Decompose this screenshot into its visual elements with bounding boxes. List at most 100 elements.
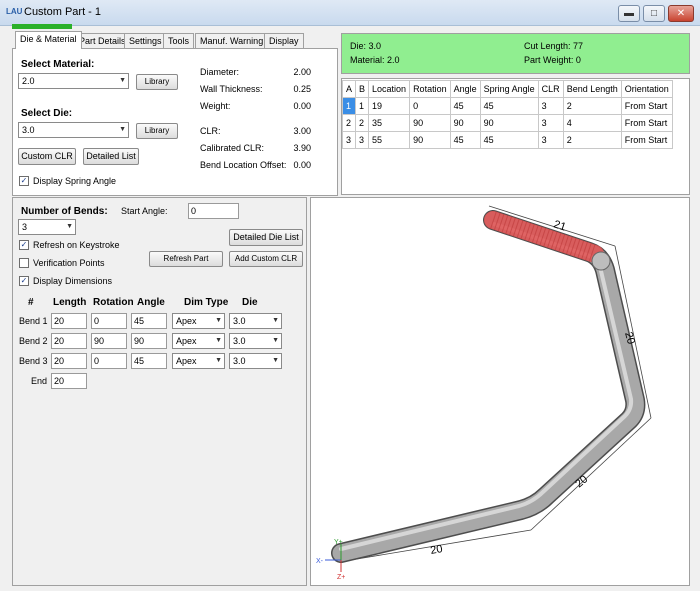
table-cell[interactable]: 45	[449, 131, 481, 149]
prop-value: 2.00	[293, 67, 311, 77]
column-header[interactable]: Orientation	[620, 80, 673, 98]
table-cell[interactable]: 45	[479, 131, 539, 149]
bend-rotation-input[interactable]: 90	[91, 333, 127, 349]
column-header[interactable]: A	[341, 80, 357, 98]
bend-angle-input[interactable]: 45	[131, 313, 167, 329]
column-header[interactable]: Rotation	[409, 80, 451, 98]
table-cell[interactable]: 19	[368, 97, 411, 115]
die-value: 3.0	[233, 336, 246, 346]
3d-viewport[interactable]: 21 20 20 20 X- Y+ Z+	[310, 197, 690, 586]
start-angle-input[interactable]: 0	[188, 203, 239, 219]
table-cell[interactable]: 1	[341, 97, 357, 115]
close-button[interactable]: ✕	[668, 5, 694, 22]
table-cell[interactable]: 90	[409, 114, 451, 132]
tab-manuf-warning[interactable]: Manuf. Warning	[195, 33, 269, 48]
bend-length-input[interactable]: 20	[51, 313, 87, 329]
tab-display[interactable]: Display	[264, 33, 304, 48]
table-cell[interactable]: 35	[368, 114, 411, 132]
tab-settings[interactable]: Settings	[124, 33, 167, 48]
table-cell[interactable]: 2	[355, 114, 370, 132]
table-cell[interactable]: 90	[409, 131, 451, 149]
display-spring-angle-checkbox[interactable]: ✓	[19, 176, 29, 186]
display-dimensions-checkbox[interactable]: ✓	[19, 276, 29, 286]
custom-clr-button[interactable]: Custom CLR	[18, 148, 76, 165]
info-part-weight: Part Weight: 0	[524, 55, 581, 65]
table-cell[interactable]: 45	[479, 97, 539, 115]
bend-row-label: Bend 3	[19, 356, 48, 366]
chevron-down-icon: ▼	[272, 317, 279, 324]
table-cell[interactable]: From Start	[620, 114, 673, 132]
column-header[interactable]: Location	[368, 80, 411, 98]
table-cell[interactable]: 1	[355, 97, 370, 115]
column-header[interactable]: B	[355, 80, 370, 98]
number-of-bends-select[interactable]: 3 ▼	[18, 219, 76, 235]
table-cell[interactable]: 4	[562, 114, 622, 132]
bend-rotation-input[interactable]: 0	[91, 353, 127, 369]
detailed-die-list-button[interactable]: Detailed Die List	[229, 229, 303, 246]
die-library-button[interactable]: Library	[136, 123, 178, 139]
material-select[interactable]: 2.0 ▼	[18, 73, 129, 89]
bend-dim-type-select[interactable]: Apex ▼	[172, 313, 225, 329]
add-custom-clr-button[interactable]: Add Custom CLR	[229, 251, 303, 267]
column-header[interactable]: Spring Angle	[479, 80, 539, 98]
material-library-button[interactable]: Library	[136, 74, 178, 90]
tab-die-material[interactable]: Die & Material	[15, 31, 82, 49]
bend-dim-type-select[interactable]: Apex ▼	[172, 333, 225, 349]
tube-highlight	[339, 222, 634, 551]
bend-die-select[interactable]: 3.0 ▼	[229, 353, 282, 369]
bend-rotation-input[interactable]: 0	[91, 313, 127, 329]
bend-die-select[interactable]: 3.0 ▼	[229, 313, 282, 329]
detailed-list-button[interactable]: Detailed List	[83, 148, 139, 165]
table-cell[interactable]: From Start	[620, 131, 673, 149]
maximize-button[interactable]: □	[643, 5, 665, 22]
chevron-down-icon: ▼	[119, 126, 126, 133]
tab-part-details[interactable]: Part Details	[74, 33, 131, 48]
table-row[interactable]: 2 2 35 90 90 90 3 4 From Start	[341, 114, 673, 132]
table-cell[interactable]: 3	[537, 131, 564, 149]
bend-length-input[interactable]: 20	[51, 353, 87, 369]
chevron-down-icon: ▼	[272, 337, 279, 344]
column-header[interactable]: Angle	[449, 80, 481, 98]
table-cell[interactable]: 55	[368, 131, 411, 149]
prop-label: Wall Thickness:	[200, 84, 263, 94]
tube-body	[332, 211, 644, 562]
bend-dim-type-select[interactable]: Apex ▼	[172, 353, 225, 369]
dimension-line	[530, 417, 652, 531]
table-cell[interactable]: 2	[562, 131, 622, 149]
table-cell[interactable]: 2	[562, 97, 622, 115]
table-cell[interactable]: 2	[341, 114, 357, 132]
table-cell[interactable]: 90	[449, 114, 481, 132]
table-cell[interactable]: 0	[409, 97, 451, 115]
table-cell[interactable]: 3	[537, 97, 564, 115]
table-cell[interactable]: 3	[537, 114, 564, 132]
verification-points-checkbox[interactable]	[19, 258, 29, 268]
bend-length-input[interactable]: 20	[51, 333, 87, 349]
end-length-input[interactable]: 20	[51, 373, 87, 389]
prop-label: Diameter:	[200, 67, 240, 77]
title-bar[interactable]: LAU Custom Part - 1 ▬ □ ✕	[0, 0, 700, 26]
table-cell[interactable]: 45	[449, 97, 481, 115]
bend-row-label: Bend 1	[19, 316, 48, 326]
table-row[interactable]: 1 1 19 0 45 45 3 2 From Start	[341, 97, 673, 115]
column-header[interactable]: CLR	[537, 80, 564, 98]
die-select[interactable]: 3.0 ▼	[18, 122, 129, 138]
table-cell[interactable]: 90	[479, 114, 539, 132]
bend-die-select[interactable]: 3.0 ▼	[229, 333, 282, 349]
table-cell[interactable]: From Start	[620, 97, 673, 115]
prop-value: 3.90	[293, 143, 311, 153]
table-cell[interactable]: 3	[355, 131, 370, 149]
refresh-part-button[interactable]: Refresh Part	[149, 251, 223, 267]
z-axis-label: Z+	[337, 574, 345, 581]
prop-value: 0.25	[293, 84, 311, 94]
minimize-button[interactable]: ▬	[618, 5, 640, 22]
chevron-down-icon: ▼	[215, 337, 222, 344]
refresh-keystroke-checkbox[interactable]: ✓	[19, 240, 29, 250]
tube-render: 21 20 20 20 X- Y+ Z+	[316, 205, 652, 581]
die-value: 3.0	[233, 316, 246, 326]
table-cell[interactable]: 3	[341, 131, 357, 149]
bend-angle-input[interactable]: 45	[131, 353, 167, 369]
tab-tools[interactable]: Tools	[163, 33, 195, 48]
bend-angle-input[interactable]: 90	[131, 333, 167, 349]
column-header[interactable]: Bend Length	[562, 80, 622, 98]
table-row[interactable]: 3 3 55 90 45 45 3 2 From Start	[341, 131, 673, 149]
